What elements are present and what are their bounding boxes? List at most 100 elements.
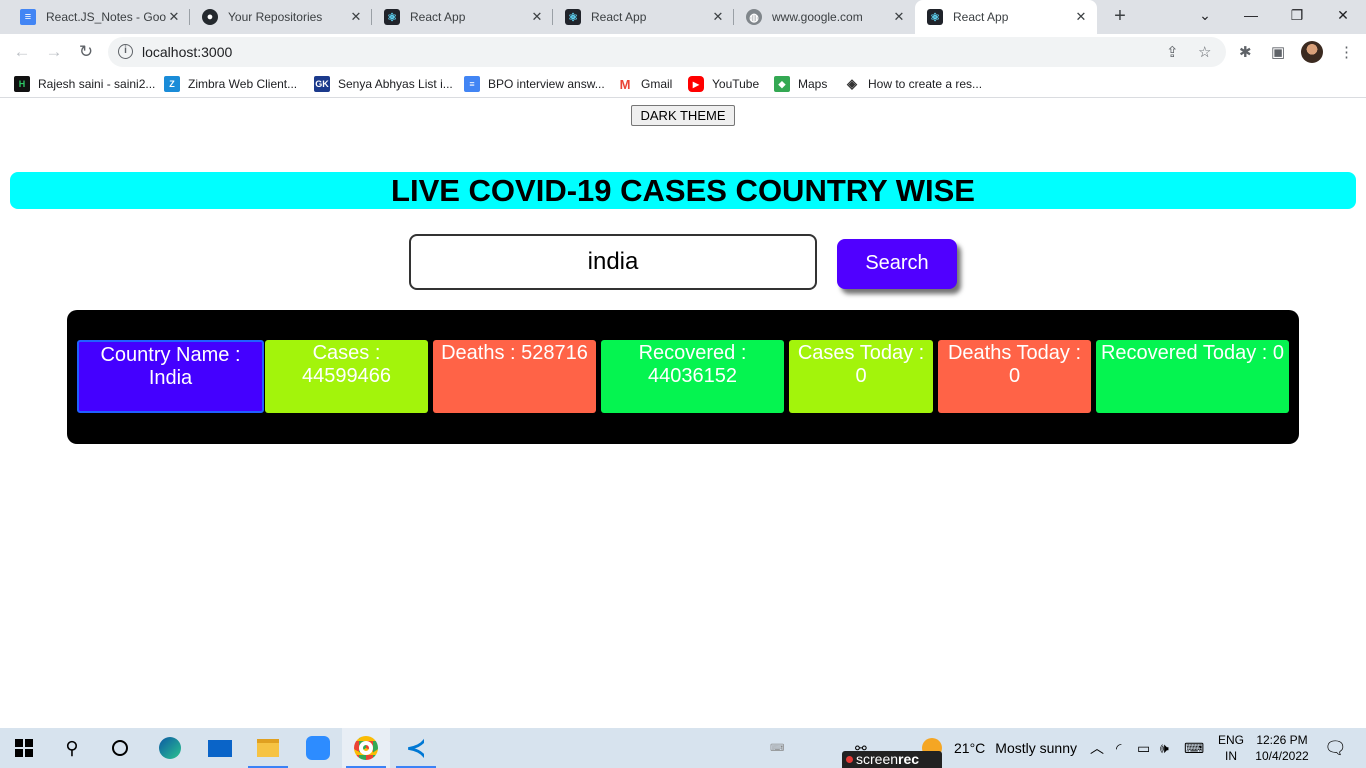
recovered-card: Recovered : 44036152 (601, 340, 784, 413)
chrome-icon (354, 736, 378, 760)
stat-label: Recovered : (638, 342, 747, 364)
tab-search-button[interactable]: ⌄ (1182, 0, 1228, 30)
bookmark-item[interactable]: GK Senya Abhyas List i... (314, 76, 453, 92)
mail-app[interactable] (196, 728, 244, 768)
country-search-input[interactable]: india (409, 234, 817, 290)
clock[interactable]: 12:26 PM 10/4/2022 (1252, 732, 1312, 764)
tab-title: React App (953, 10, 1009, 24)
info-icon[interactable]: i (118, 44, 133, 59)
tray-overflow[interactable]: ︿ (1090, 728, 1104, 768)
gmail-icon: M (617, 76, 633, 92)
stat-label: Cases : (312, 342, 381, 364)
new-tab-button[interactable]: + (1108, 5, 1132, 29)
gk-icon: GK (314, 76, 330, 92)
browser-tab[interactable]: ◍ www.google.com ✕ (734, 0, 915, 34)
vscode-app[interactable]: ≺ (392, 728, 440, 768)
bookmarks-bar: H Rajesh saini - saini2... Z Zimbra Web … (0, 70, 1366, 98)
tray-volume[interactable]: 🕪 (1160, 728, 1169, 768)
zoom-app[interactable] (294, 728, 342, 768)
cortana-button[interactable] (96, 728, 144, 768)
wifi-icon: ◜ (1116, 739, 1122, 756)
close-icon[interactable]: ✕ (891, 9, 907, 25)
browser-tab-strip: ≡ React.JS_Notes - Goog ✕ ● Your Reposit… (0, 0, 1366, 34)
share-icon[interactable]: ⇪ (1166, 43, 1179, 61)
close-icon[interactable]: ✕ (348, 9, 364, 25)
search-button[interactable]: ⚲ (48, 728, 96, 768)
react-icon: ⚛ (565, 9, 581, 25)
browser-tab-active[interactable]: ⚛ React App ✕ (915, 0, 1097, 34)
browser-tab[interactable]: ≡ React.JS_Notes - Goog ✕ (8, 0, 190, 34)
bookmark-item[interactable]: M Gmail (617, 76, 672, 92)
page-title: LIVE COVID-19 CASES COUNTRY WISE (10, 172, 1356, 209)
forward-button[interactable]: → (42, 40, 66, 64)
bookmark-item[interactable]: ▶ YouTube (688, 76, 759, 92)
vscode-icon: ≺ (405, 734, 427, 762)
bookmark-label: BPO interview answ... (488, 77, 605, 91)
side-panel-icon[interactable]: ▣ (1271, 43, 1285, 61)
bookmark-label: Gmail (641, 77, 673, 91)
windows-icon (15, 739, 33, 757)
bookmark-item[interactable]: ◈ How to create a res... (844, 76, 982, 92)
restore-button[interactable]: ❐ (1274, 0, 1320, 30)
notifications-button[interactable]: 🗨 (1324, 728, 1347, 768)
bookmark-label: Zimbra Web Client... (188, 77, 298, 91)
close-icon[interactable]: ✕ (529, 9, 545, 25)
menu-icon[interactable]: ⋮ (1339, 43, 1354, 61)
language-region: IN (1225, 749, 1237, 763)
close-icon[interactable]: ✕ (710, 9, 726, 25)
tray-keyboard[interactable]: ⌨ (770, 728, 784, 768)
keyboard-icon: ⌨ (770, 742, 785, 754)
country-name-card: Country Name : India (77, 340, 264, 413)
react-icon: ⚛ (384, 9, 400, 25)
screenrec-brand-bold: rec (898, 751, 920, 767)
stat-label: Country Name : (100, 344, 241, 366)
tray-battery[interactable]: ▭ (1137, 728, 1150, 768)
start-button[interactable] (0, 728, 48, 768)
address-url[interactable]: localhost:3000 (142, 44, 232, 60)
chrome-app[interactable] (342, 728, 390, 768)
bookmark-item[interactable]: Z Zimbra Web Client... (164, 76, 297, 92)
profile-avatar[interactable] (1301, 41, 1323, 63)
language-code: ENG (1217, 733, 1244, 747)
cases-card: Cases : 44599466 (265, 340, 428, 413)
google-docs-icon: ≡ (20, 9, 36, 25)
bookmark-item[interactable]: ◆ Maps (774, 76, 827, 92)
dark-theme-button[interactable]: DARK THEME (631, 105, 735, 126)
browser-tab[interactable]: ⚛ React App ✕ (372, 0, 553, 34)
back-button[interactable]: ← (10, 40, 34, 64)
clock-date: 10/4/2022 (1255, 749, 1309, 763)
tray-wifi[interactable]: ◜ (1116, 728, 1121, 768)
browser-tab[interactable]: ● Your Repositories ✕ (190, 0, 372, 34)
search-button[interactable]: Search (837, 239, 957, 289)
stat-value: 0 (855, 365, 867, 387)
input-language[interactable]: ENG IN (1215, 732, 1247, 764)
stat-label: Recovered Today : (1100, 342, 1273, 364)
extensions-icon[interactable]: ✱ (1239, 43, 1252, 61)
zoom-icon (306, 736, 330, 760)
bookmark-label: YouTube (712, 77, 760, 91)
close-icon[interactable]: ✕ (1073, 9, 1089, 25)
zimbra-icon: Z (164, 76, 180, 92)
close-window-button[interactable]: ✕ (1320, 0, 1366, 30)
chevron-up-icon: ︿ (1090, 740, 1104, 756)
tab-title: www.google.com (772, 10, 863, 24)
bookmark-label: Senya Abhyas List i... (338, 77, 453, 91)
tray-keyboard-layout[interactable]: ⌨ (1184, 728, 1204, 768)
google-docs-icon: ≡ (464, 76, 480, 92)
bookmark-item[interactable]: ≡ BPO interview answ... (464, 76, 605, 92)
address-bar[interactable]: i localhost:3000 ⇪ ☆ (108, 37, 1226, 67)
weather-widget[interactable]: 21°C Mostly sunny (922, 728, 1077, 768)
weather-temp: 21°C (954, 740, 986, 756)
star-icon[interactable]: ☆ (1198, 43, 1211, 61)
hackerrank-icon: H (14, 76, 30, 92)
close-icon[interactable]: ✕ (166, 9, 182, 25)
bookmark-item[interactable]: H Rajesh saini - saini2... (14, 76, 155, 92)
edge-app[interactable] (146, 728, 194, 768)
bookmark-label: How to create a res... (868, 77, 983, 91)
globe-icon: ◍ (746, 9, 762, 25)
edge-icon (159, 737, 181, 759)
minimize-button[interactable]: — (1228, 0, 1274, 30)
reload-button[interactable]: ↻ (74, 40, 98, 64)
file-explorer-app[interactable] (244, 728, 292, 768)
browser-tab[interactable]: ⚛ React App ✕ (553, 0, 734, 34)
